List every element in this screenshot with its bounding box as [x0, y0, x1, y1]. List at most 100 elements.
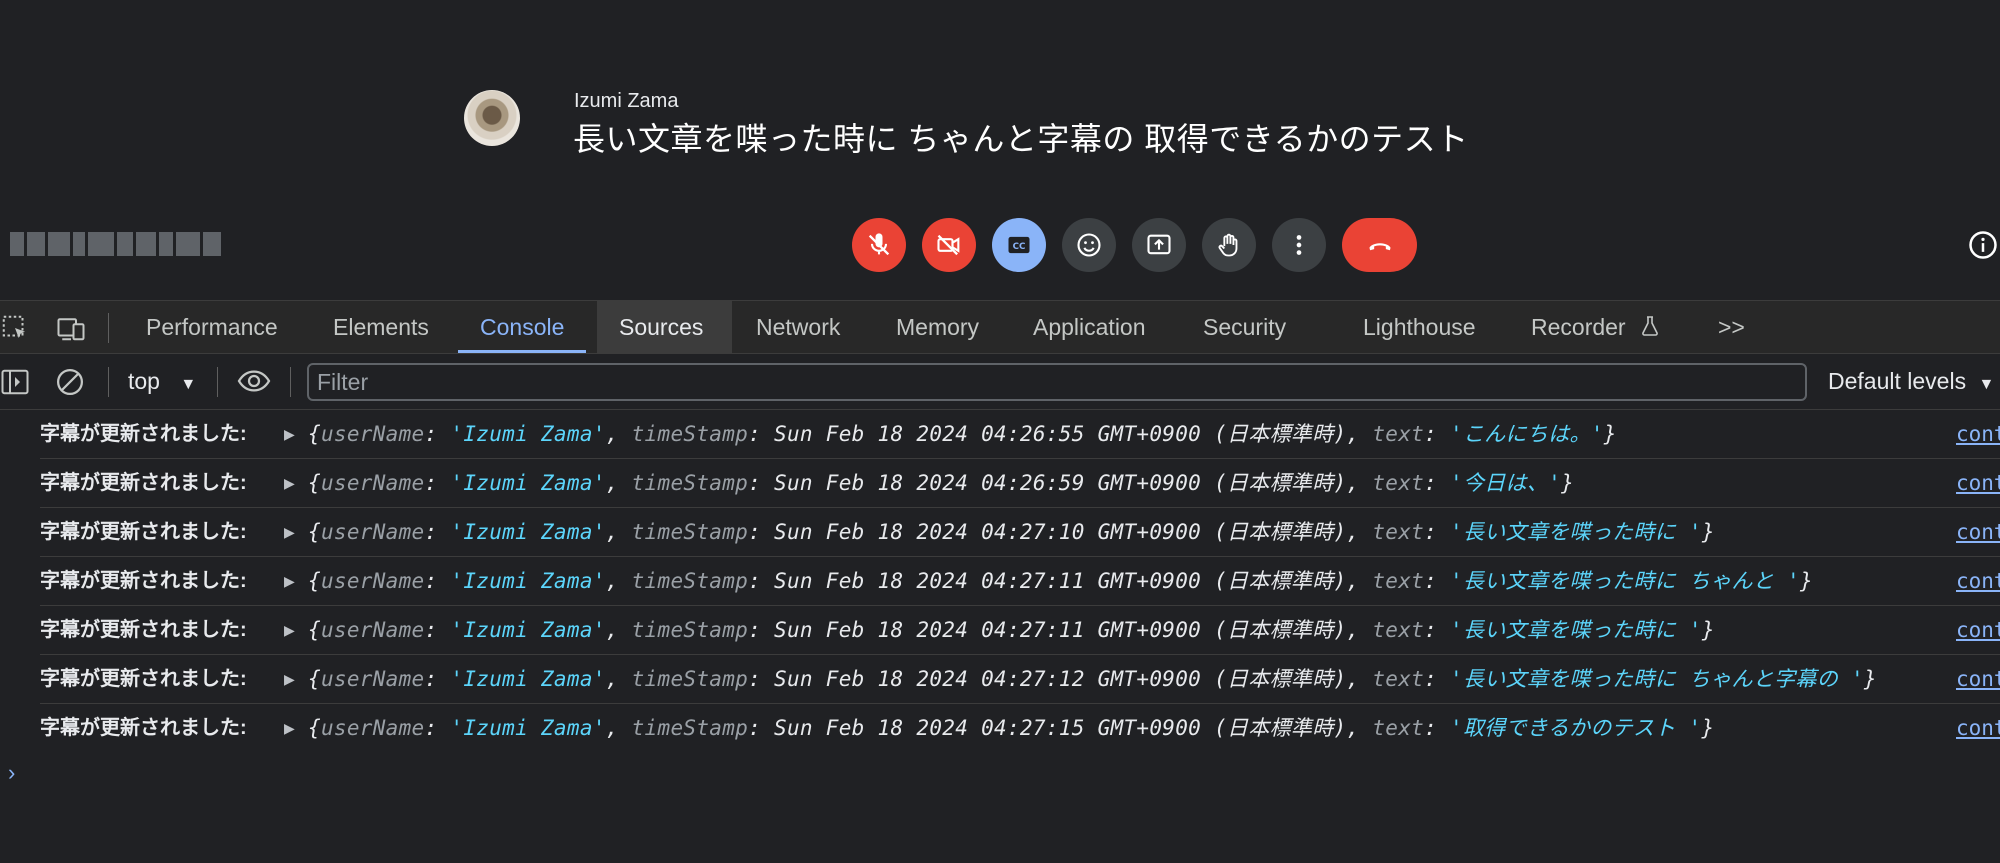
toolbar-divider	[217, 367, 218, 397]
value-timestamp: Sun Feb 18 2024 04:26:55 GMT+0900 (日本標準時…	[774, 422, 1347, 446]
camera-off-icon	[937, 234, 960, 256]
toolbar-divider	[108, 313, 109, 343]
source-link[interactable]: cont	[1956, 655, 2000, 703]
raise-hand-button[interactable]	[1202, 218, 1256, 272]
tab-security[interactable]: Security	[1181, 301, 1308, 353]
key-username: userName	[320, 471, 425, 495]
expand-object-icon[interactable]: ▶	[284, 410, 295, 458]
phone-hangup-icon	[1369, 243, 1390, 251]
console-message-row: 字幕が更新されました: ▶ {userName: 'Izumi Zama', tim…	[40, 557, 2000, 606]
tab-elements[interactable]: Elements	[311, 301, 451, 353]
expand-object-icon[interactable]: ▶	[284, 459, 295, 507]
log-levels-label: Default levels	[1828, 368, 1967, 394]
source-link[interactable]: cont	[1956, 557, 2000, 605]
value-timestamp: Sun Feb 18 2024 04:27:11 GMT+0900 (日本標準時…	[774, 618, 1347, 642]
leave-call-button[interactable]	[1342, 218, 1417, 272]
element-picker-icon[interactable]	[0, 313, 30, 343]
console-prompt[interactable]: ›	[8, 760, 15, 786]
value-username: 'Izumi Zama'	[450, 471, 606, 495]
logged-object[interactable]: {userName: 'Izumi Zama', timeStamp: Sun …	[308, 606, 1715, 654]
expand-object-icon[interactable]: ▶	[284, 704, 295, 752]
present-button[interactable]	[1132, 218, 1186, 272]
expand-object-icon[interactable]: ▶	[284, 508, 295, 556]
closed-captions-icon: CC	[1008, 236, 1030, 254]
key-timestamp: timeStamp	[631, 422, 749, 446]
value-text: '取得できるかのテスト '	[1450, 716, 1702, 740]
value-username: 'Izumi Zama'	[450, 422, 606, 446]
camera-off-button[interactable]	[922, 218, 976, 272]
meet-call-area: Izumi Zama 長い文章を喋った時に ちゃんと字幕の 取得できるかのテスト…	[0, 0, 2000, 300]
key-timestamp: timeStamp	[631, 471, 749, 495]
mic-off-button[interactable]	[852, 218, 906, 272]
log-prefix: 字幕が更新されました:	[40, 570, 247, 592]
logged-object[interactable]: {userName: 'Izumi Zama', timeStamp: Sun …	[308, 410, 1617, 458]
logged-object[interactable]: {userName: 'Izumi Zama', timeStamp: Sun …	[308, 508, 1715, 556]
log-levels-dropdown[interactable]: Default levels ▼	[1828, 354, 1994, 408]
key-timestamp: timeStamp	[631, 667, 749, 691]
value-text: '長い文章を喋った時に '	[1450, 520, 1702, 544]
more-tabs-button[interactable]: >>	[1696, 301, 1767, 353]
tab-recorder[interactable]: Recorder	[1509, 301, 1684, 353]
console-message-row: 字幕が更新されました: ▶ {userName: 'Izumi Zama', tim…	[40, 655, 2000, 704]
expand-object-icon[interactable]: ▶	[284, 557, 295, 605]
more-vert-icon	[1296, 235, 1302, 255]
info-icon[interactable]	[1968, 230, 1998, 260]
clear-console-icon[interactable]	[55, 367, 85, 397]
value-timestamp: Sun Feb 18 2024 04:26:59 GMT+0900 (日本標準時…	[774, 471, 1347, 495]
sidebar-toggle-icon[interactable]	[0, 367, 30, 397]
more-options-button[interactable]	[1272, 218, 1326, 272]
key-username: userName	[320, 422, 425, 446]
dropdown-arrow-icon: ▼	[1978, 376, 1995, 393]
tab-application[interactable]: Application	[1011, 301, 1168, 353]
value-username: 'Izumi Zama'	[450, 520, 606, 544]
svg-text:CC: CC	[1013, 242, 1026, 252]
log-prefix: 字幕が更新されました:	[40, 668, 247, 690]
source-link[interactable]: cont	[1956, 704, 2000, 752]
captions-button[interactable]: CC	[992, 218, 1046, 272]
console-message-row: 字幕が更新されました: ▶ {userName: 'Izumi Zama', tim…	[40, 459, 2000, 508]
log-prefix: 字幕が更新されました:	[40, 423, 247, 445]
source-link[interactable]: cont	[1956, 410, 2000, 458]
source-link[interactable]: cont	[1956, 508, 2000, 556]
console-message-row: 字幕が更新されました: ▶ {userName: 'Izumi Zama', tim…	[40, 606, 2000, 655]
key-timestamp: timeStamp	[631, 716, 749, 740]
tab-memory[interactable]: Memory	[874, 301, 1001, 353]
source-link[interactable]: cont	[1956, 606, 2000, 654]
value-text: '今日は、'	[1450, 471, 1562, 495]
value-timestamp: Sun Feb 18 2024 04:27:10 GMT+0900 (日本標準時…	[774, 520, 1347, 544]
value-username: 'Izumi Zama'	[450, 618, 606, 642]
expand-object-icon[interactable]: ▶	[284, 655, 295, 703]
value-text: '長い文章を喋った時に ちゃんと '	[1450, 569, 1800, 593]
tab-network[interactable]: Network	[734, 301, 862, 353]
log-prefix: 字幕が更新されました:	[40, 717, 247, 739]
device-toolbar-icon[interactable]	[56, 313, 86, 343]
console-message-row: 字幕が更新されました: ▶ {userName: 'Izumi Zama', tim…	[40, 508, 2000, 557]
tab-console[interactable]: Console	[458, 301, 587, 353]
reactions-button[interactable]	[1062, 218, 1116, 272]
tab-performance[interactable]: Performance	[124, 301, 300, 353]
console-message-row: 字幕が更新されました: ▶ {userName: 'Izumi Zama', tim…	[40, 704, 2000, 752]
dropdown-arrow-icon: ▼	[180, 376, 197, 393]
key-text: text	[1372, 716, 1425, 740]
context-selector[interactable]: top ▼	[128, 354, 196, 408]
key-text: text	[1372, 569, 1425, 593]
caption-speaker-name: Izumi Zama	[574, 90, 679, 112]
toolbar-divider	[108, 367, 109, 397]
present-screen-icon	[1147, 234, 1171, 255]
logged-object[interactable]: {userName: 'Izumi Zama', timeStamp: Sun …	[308, 459, 1574, 507]
eye-icon[interactable]	[236, 366, 272, 396]
logged-object[interactable]: {userName: 'Izumi Zama', timeStamp: Sun …	[308, 704, 1714, 752]
value-username: 'Izumi Zama'	[450, 667, 606, 691]
logged-object[interactable]: {userName: 'Izumi Zama', timeStamp: Sun …	[308, 655, 1877, 703]
tab-recorder-label: Recorder	[1531, 314, 1626, 340]
hand-icon	[1218, 233, 1238, 257]
tab-lighthouse[interactable]: Lighthouse	[1341, 301, 1498, 353]
tab-sources[interactable]: Sources	[597, 301, 732, 353]
logged-object[interactable]: {userName: 'Izumi Zama', timeStamp: Sun …	[308, 557, 1813, 605]
key-text: text	[1372, 471, 1425, 495]
console-filter-input[interactable]	[307, 363, 1807, 401]
expand-object-icon[interactable]: ▶	[284, 606, 295, 654]
source-link[interactable]: cont	[1956, 459, 2000, 507]
log-prefix: 字幕が更新されました:	[40, 472, 247, 494]
flask-icon	[1642, 316, 1658, 336]
